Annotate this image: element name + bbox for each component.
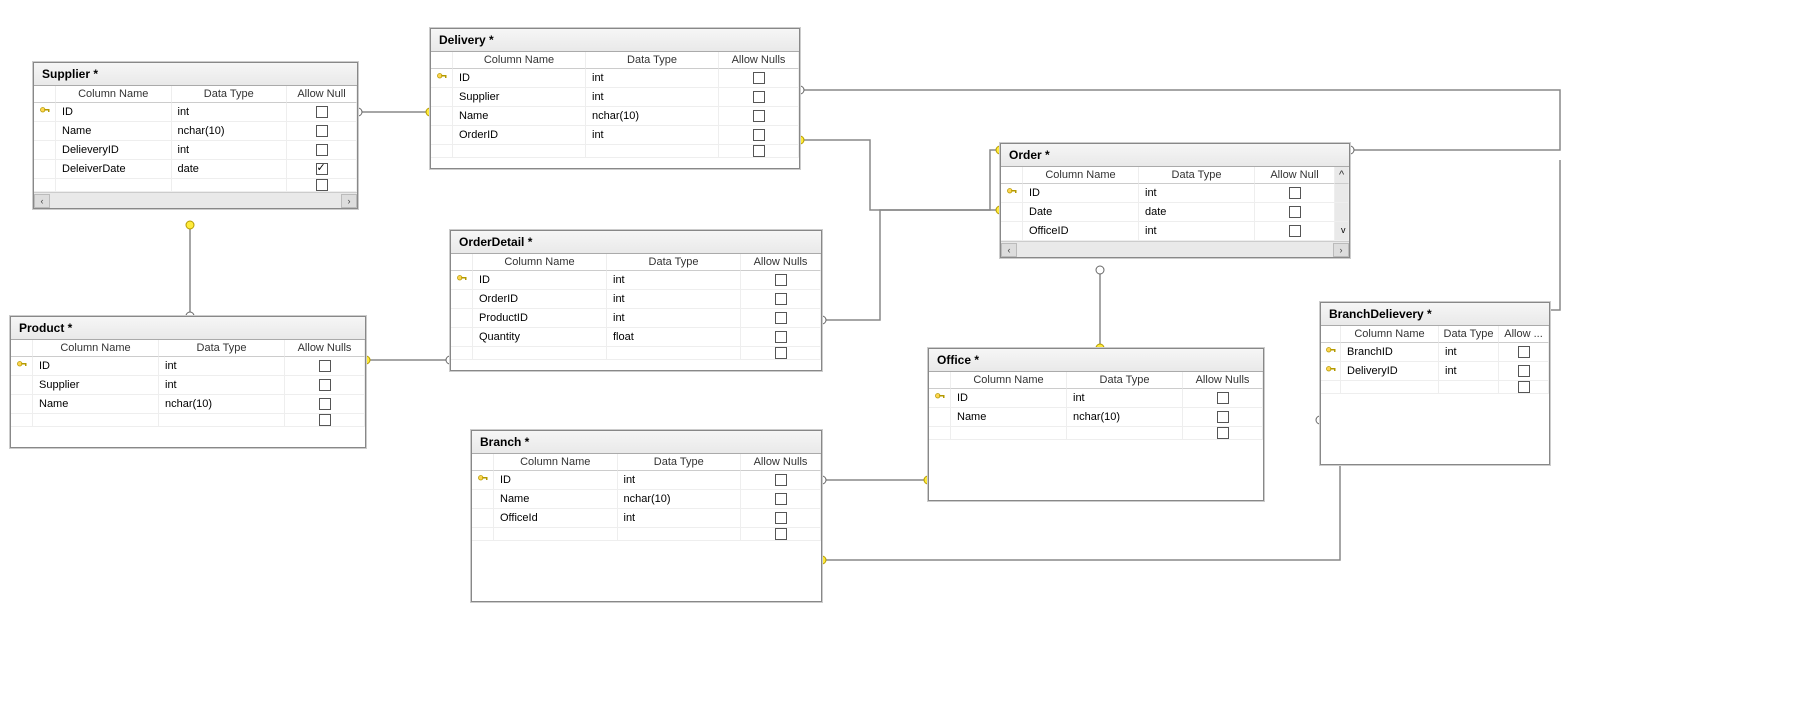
column-type[interactable]: date xyxy=(172,160,288,179)
h-scrollbar[interactable]: ‹ › xyxy=(1001,241,1349,257)
table-title: BranchDelievery * xyxy=(1321,303,1549,326)
key-icon xyxy=(1321,362,1341,381)
column-name[interactable]: ID xyxy=(56,103,172,122)
table-title: Delivery * xyxy=(431,29,799,52)
key-icon xyxy=(1001,184,1023,203)
vscroll-up-icon[interactable]: ^ xyxy=(1335,167,1349,184)
key-icon xyxy=(1321,343,1341,362)
key-icon xyxy=(472,471,494,490)
key-icon xyxy=(34,103,56,122)
key-icon xyxy=(451,271,473,290)
key-icon xyxy=(929,389,951,408)
allow-null-checkbox[interactable] xyxy=(287,103,357,122)
scroll-left-icon[interactable]: ‹ xyxy=(34,194,50,208)
table-branch[interactable]: Branch * Column Name Data Type Allow Nul… xyxy=(471,430,822,602)
er-diagram: Supplier * Column Name Data Type Allow N… xyxy=(0,0,1815,716)
table-office[interactable]: Office * Column Name Data Type Allow Nul… xyxy=(928,348,1264,501)
table-product[interactable]: Product * Column Name Data Type Allow Nu… xyxy=(10,316,366,448)
table-title: Product * xyxy=(11,317,365,340)
key-icon xyxy=(11,357,33,376)
col-key-header xyxy=(34,86,56,103)
col-null-header: Allow Null xyxy=(287,86,357,103)
col-name-header: Column Name xyxy=(56,86,172,103)
scroll-right-icon[interactable]: › xyxy=(1333,243,1349,257)
table-title: Order * xyxy=(1001,144,1349,167)
key-icon xyxy=(431,69,453,88)
h-scrollbar[interactable]: ‹ › xyxy=(34,192,357,208)
table-title: OrderDetail * xyxy=(451,231,821,254)
allow-null-checkbox[interactable] xyxy=(287,160,357,179)
table-branchdelievery[interactable]: BranchDelievery * Column Name Data Type … xyxy=(1320,302,1550,465)
column-name[interactable]: DeleiverDate xyxy=(56,160,172,179)
table-title: Supplier * xyxy=(34,63,357,86)
column-name[interactable]: DelieveryID xyxy=(56,141,172,160)
table-supplier[interactable]: Supplier * Column Name Data Type Allow N… xyxy=(33,62,358,209)
table-orderdetail[interactable]: OrderDetail * Column Name Data Type Allo… xyxy=(450,230,822,371)
column-type[interactable]: int xyxy=(172,141,288,160)
col-type-header: Data Type xyxy=(172,86,288,103)
table-order[interactable]: Order * Column Name Data Type Allow Null… xyxy=(1000,143,1350,258)
column-name[interactable]: Name xyxy=(56,122,172,141)
allow-null-checkbox[interactable] xyxy=(287,122,357,141)
scroll-right-icon[interactable]: › xyxy=(341,194,357,208)
table-delivery[interactable]: Delivery * Column Name Data Type Allow N… xyxy=(430,28,800,169)
table-title: Branch * xyxy=(472,431,821,454)
allow-null-checkbox[interactable] xyxy=(287,179,357,192)
vscroll-down-icon[interactable]: v xyxy=(1335,222,1349,241)
column-type[interactable]: nchar(10) xyxy=(172,122,288,141)
column-type[interactable]: int xyxy=(172,103,288,122)
table-title: Office * xyxy=(929,349,1263,372)
scroll-left-icon[interactable]: ‹ xyxy=(1001,243,1017,257)
allow-null-checkbox[interactable] xyxy=(287,141,357,160)
